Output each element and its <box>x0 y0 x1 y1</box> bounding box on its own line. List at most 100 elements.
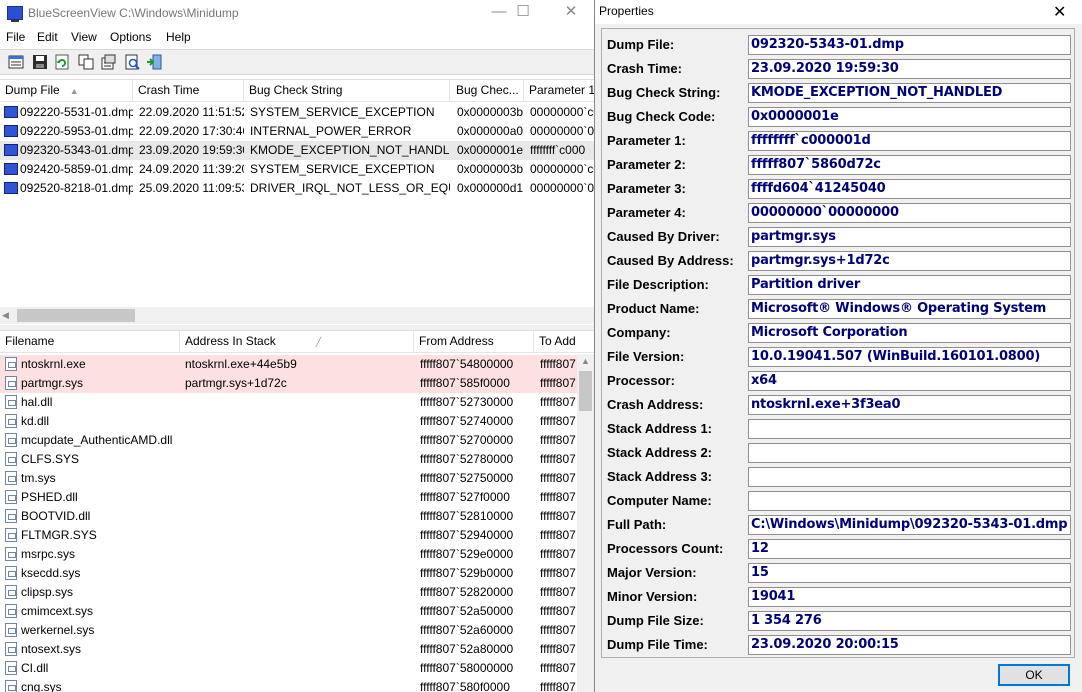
property-value-field[interactable]: Microsoft® Windows® Operating System <box>748 299 1071 319</box>
property-value-field[interactable]: 1 354 276 <box>748 611 1071 631</box>
property-value-field[interactable]: ntoskrnl.exe+3f3ea0 <box>748 395 1071 415</box>
driver-row[interactable]: FLTMGR.SYS fffff807`52940000 fffff807 <box>0 526 577 545</box>
driver-row[interactable]: BOOTVID.dll fffff807`52810000 fffff807 <box>0 507 577 526</box>
properties-icon[interactable] <box>100 54 116 70</box>
property-value-field[interactable]: 10.0.19041.507 (WinBuild.160101.0800) <box>748 347 1071 367</box>
property-label: Major Version: <box>607 565 697 580</box>
scroll-thumb[interactable] <box>17 309 135 322</box>
driver-row[interactable]: cng.sys fffff807`580f0000 fffff807 <box>0 678 577 692</box>
driver-row[interactable]: kd.dll fffff807`52740000 fffff807 <box>0 412 577 431</box>
property-value-field[interactable]: x64 <box>748 371 1071 391</box>
driver-row[interactable]: PSHED.dll fffff807`527f0000 fffff807 <box>0 488 577 507</box>
property-value-field[interactable]: 23.09.2020 20:00:15 <box>748 635 1071 655</box>
property-label: Crash Address: <box>607 397 704 412</box>
dump-cell-p1: ffffffff`c000 <box>530 143 586 157</box>
menu-help[interactable]: Help <box>166 30 191 44</box>
driver-row[interactable]: msrpc.sys fffff807`529e0000 fffff807 <box>0 545 577 564</box>
driver-row[interactable]: mcupdate_AuthenticAMD.dll fffff807`527000… <box>0 431 577 450</box>
driver-cell-to: fffff807 <box>540 376 576 390</box>
property-value-field[interactable] <box>748 443 1071 463</box>
property-label: Caused By Driver: <box>607 229 720 244</box>
property-value-field[interactable]: 19041 <box>748 587 1071 607</box>
column-dump-file[interactable]: Dump File ▲ <box>0 80 133 102</box>
dump-list-header: Dump File ▲ Crash Time Bug Check String B… <box>0 80 594 102</box>
copy-icon[interactable] <box>78 54 94 70</box>
dump-row[interactable]: 092320-5343-01.dmp 23.09.2020 19:59:30 KMO… <box>0 141 594 160</box>
driver-row[interactable]: ntoskrnl.exe ntoskrnl.exe+44e5b9 fffff807`… <box>0 355 577 374</box>
property-value-field[interactable]: ffffffff`c000001d <box>748 131 1071 151</box>
driver-row[interactable]: CI.dll fffff807`58000000 fffff807 <box>0 659 577 678</box>
property-value-field[interactable]: partmgr.sys+1d72c <box>748 251 1071 271</box>
property-value-field[interactable]: 12 <box>748 539 1071 559</box>
toolbar <box>0 49 594 75</box>
dump-cell-time: 22.09.2020 11:51:52 <box>139 105 244 119</box>
main-window: BlueScreenView C:\Windows\Minidump — ☐ ✕… <box>0 0 594 692</box>
driver-cell-to: fffff807 <box>540 604 576 618</box>
property-value-field[interactable]: fffff807`5860d72c <box>748 155 1071 175</box>
property-value-field[interactable]: Partition driver <box>748 275 1071 295</box>
menu-view[interactable]: View <box>71 30 97 44</box>
maximize-button[interactable]: ☐ <box>500 0 546 26</box>
scroll-left-icon[interactable]: ◀ <box>2 310 9 321</box>
property-value-field[interactable]: 15 <box>748 563 1071 583</box>
driver-row[interactable]: ksecdd.sys fffff807`529b0000 fffff807 <box>0 564 577 583</box>
exit-icon[interactable] <box>146 54 162 70</box>
property-value-field[interactable]: Microsoft Corporation <box>748 323 1071 343</box>
property-value-field[interactable] <box>748 467 1071 487</box>
column-from-address[interactable]: From Address <box>414 331 534 353</box>
save-icon[interactable] <box>32 54 48 70</box>
driver-row[interactable]: partmgr.sys partmgr.sys+1d72c fffff807`585… <box>0 374 577 393</box>
property-value-field[interactable] <box>748 491 1071 511</box>
column-crash-time[interactable]: Crash Time <box>133 80 244 102</box>
driver-row[interactable]: ntosext.sys fffff807`52a80000 fffff807 <box>0 640 577 659</box>
column-bug-check-string[interactable]: Bug Check String <box>244 80 450 102</box>
driver-row[interactable]: clipsp.sys fffff807`52820000 fffff807 <box>0 583 577 602</box>
properties-close-button[interactable]: ✕ <box>1053 2 1066 22</box>
menu-options[interactable]: Options <box>110 30 151 44</box>
property-value-field[interactable]: 23.09.2020 19:59:30 <box>748 59 1071 79</box>
column-filename[interactable]: Filename <box>0 331 180 353</box>
driver-row[interactable]: werkernel.sys fffff807`52a60000 fffff807 <box>0 621 577 640</box>
driver-cell-stack <box>185 659 414 678</box>
column-bug-check-code[interactable]: Bug Chec... <box>451 80 524 102</box>
property-label: Parameter 2: <box>607 157 686 172</box>
dump-file-icon <box>4 163 18 175</box>
html-report-icon[interactable] <box>8 54 24 70</box>
property-value-field[interactable]: C:\Windows\Minidump\092320-5343-01.dmp <box>748 515 1071 535</box>
property-value-field[interactable]: partmgr.sys <box>748 227 1071 247</box>
property-label: Dump File: <box>607 37 675 52</box>
refresh-icon[interactable] <box>54 54 70 70</box>
driver-cell-from: fffff807`529b0000 <box>420 566 514 580</box>
column-parameter-1[interactable]: Parameter 1 <box>524 80 594 102</box>
vertical-scrollbar[interactable]: ▲ <box>577 354 594 692</box>
column-to-address[interactable]: To Add <box>534 331 594 353</box>
close-button[interactable]: ✕ <box>548 0 594 26</box>
scroll-thumb[interactable] <box>579 371 592 411</box>
dump-row[interactable]: 092220-5953-01.dmp 22.09.2020 17:30:46 INT… <box>0 122 594 141</box>
driver-cell-file: ntoskrnl.exe <box>21 357 86 371</box>
scroll-up-icon[interactable]: ▲ <box>581 356 590 366</box>
ok-button[interactable]: OK <box>998 664 1070 686</box>
driver-row[interactable]: cmimcext.sys fffff807`52a50000 fffff807 <box>0 602 577 621</box>
find-icon[interactable] <box>124 54 140 70</box>
property-value-field[interactable]: 0x0000001e <box>748 107 1071 127</box>
property-label: Product Name: <box>607 301 700 316</box>
property-value-field[interactable] <box>748 419 1071 439</box>
property-value-field[interactable]: KMODE_EXCEPTION_NOT_HANDLED <box>748 83 1071 103</box>
property-value-field[interactable]: 092320-5343-01.dmp <box>748 35 1071 55</box>
menu-file[interactable]: File <box>6 30 25 44</box>
property-value-field[interactable]: 00000000`00000000 <box>748 203 1071 223</box>
property-value-field[interactable]: ffffd604`41245040 <box>748 179 1071 199</box>
dump-row[interactable]: 092220-5531-01.dmp 22.09.2020 11:51:52 SYS… <box>0 103 594 122</box>
driver-row[interactable]: CLFS.SYS fffff807`52780000 fffff807 <box>0 450 577 469</box>
driver-row[interactable]: tm.sys fffff807`52750000 fffff807 <box>0 469 577 488</box>
menu-edit[interactable]: Edit <box>37 30 58 44</box>
dump-row[interactable]: 092420-5859-01.dmp 24.09.2020 11:39:20 SYS… <box>0 160 594 179</box>
column-address-in-stack[interactable]: Address In Stack ╱ <box>180 331 414 353</box>
property-label: Parameter 3: <box>607 181 686 196</box>
property-label: Company: <box>607 325 671 340</box>
horizontal-scrollbar[interactable]: ◀ <box>0 307 594 324</box>
driver-file-icon <box>5 604 17 618</box>
dump-row[interactable]: 092520-8218-01.dmp 25.09.2020 11:09:53 DRI… <box>0 179 594 198</box>
driver-row[interactable]: hal.dll fffff807`52730000 fffff807 <box>0 393 577 412</box>
